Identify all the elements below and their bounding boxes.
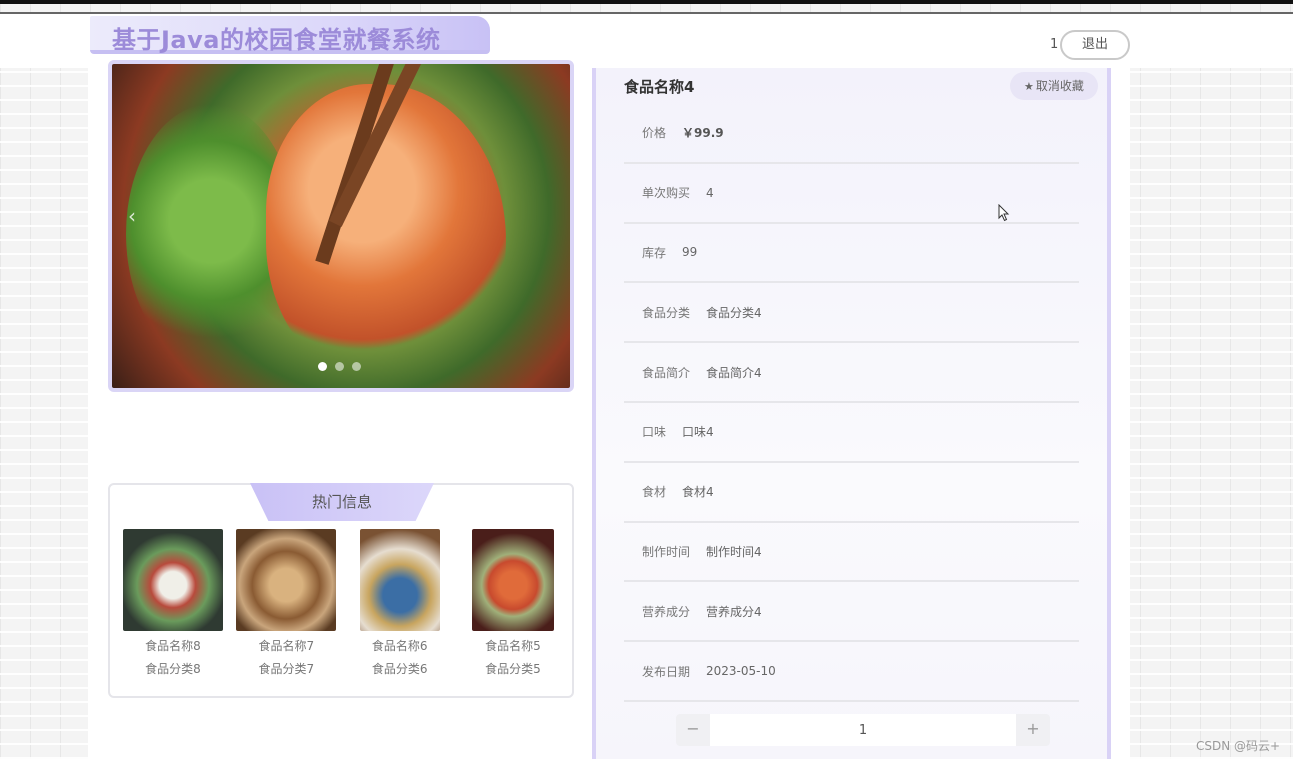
row-value: 4 <box>706 185 714 200</box>
hot-item-category: 食品分类7 <box>258 662 315 676</box>
row-value: 食品简介4 <box>706 365 762 380</box>
detail-row-intro: 食品简介 食品简介4 <box>624 343 1079 403</box>
food-carousel[interactable]: ‹ <box>108 60 574 392</box>
carousel-dot[interactable] <box>335 362 344 371</box>
carousel-dot[interactable] <box>318 362 327 371</box>
hot-item-name: 食品名称8 <box>145 639 201 653</box>
unfavorite-label: 取消收藏 <box>1035 79 1084 93</box>
detail-row-ingredients: 食材 食材4 <box>624 463 1079 523</box>
food-detail-panel: 食品名称4 ★ 取消收藏 价格 ￥99.9 单次购买 4 库存 99 食品分类 食… <box>592 68 1111 759</box>
detail-row-price: 价格 ￥99.9 <box>624 104 1079 164</box>
hot-item-name: 食品名称6 <box>371 639 428 653</box>
logout-button[interactable]: 退出 <box>1060 30 1130 60</box>
quantity-input[interactable] <box>710 714 1016 746</box>
carousel-indicators <box>318 362 361 371</box>
star-icon: ★ <box>1024 80 1034 93</box>
increment-button[interactable]: + <box>1016 714 1050 746</box>
hot-item[interactable]: 食品名称5 食品分类5 <box>458 529 568 677</box>
row-label: 单次购买 <box>642 186 691 201</box>
row-label: 库存 <box>642 245 667 260</box>
row-label: 食材 <box>642 485 667 500</box>
hot-item-category: 食品分类6 <box>371 662 428 676</box>
carousel-prev-icon[interactable]: ‹ <box>128 204 136 228</box>
hot-item-category: 食品分类8 <box>145 662 201 676</box>
row-value: 制作时间4 <box>706 544 762 559</box>
row-label: 制作时间 <box>642 544 691 559</box>
mouse-cursor-icon <box>998 204 1010 222</box>
carousel-dot[interactable] <box>352 362 361 371</box>
row-value: 食品分类4 <box>706 305 762 320</box>
quantity-stepper: − + <box>676 714 1050 746</box>
row-value: 口味4 <box>682 425 714 440</box>
row-value: 99 <box>682 245 698 260</box>
row-label: 口味 <box>642 425 667 440</box>
row-label: 发布日期 <box>642 664 691 679</box>
detail-row-nutrition: 营养成分 营养成分4 <box>624 582 1079 643</box>
hot-item-name: 食品名称7 <box>258 639 315 653</box>
detail-row-stock: 库存 99 <box>624 224 1079 284</box>
food-image <box>116 64 566 384</box>
hot-item[interactable]: 食品名称6 食品分类6 <box>345 529 455 677</box>
detail-rows: 价格 ￥99.9 单次购买 4 库存 99 食品分类 食品分类4 食品简介 食品… <box>624 104 1079 702</box>
detail-row-cook-time: 制作时间 制作时间4 <box>624 523 1079 583</box>
detail-row-publish-date: 发布日期 2023-05-10 <box>624 642 1079 702</box>
decrement-button[interactable]: − <box>676 714 710 746</box>
hot-info-panel: 热门信息 食品名称8 食品分类8 食品名称7 食品分类7 食品名称6 食品分类6… <box>108 483 574 698</box>
hot-item[interactable]: 食品名称8 食品分类8 <box>118 529 228 677</box>
detail-row-category: 食品分类 食品分类4 <box>624 283 1079 344</box>
watermark-text: CSDN @码云+ <box>1196 739 1281 753</box>
detail-row-limit: 单次购买 4 <box>624 164 1079 224</box>
row-label: 营养成分 <box>642 604 691 619</box>
hot-item[interactable]: 食品名称7 食品分类7 <box>231 529 341 677</box>
site-logo[interactable]: 基于Java的校园食堂就餐系统 <box>90 16 490 54</box>
username-label: 1 <box>1050 37 1059 52</box>
hot-item-image[interactable] <box>359 529 440 631</box>
row-value: 2023-05-10 <box>706 664 776 679</box>
hot-info-list: 食品名称8 食品分类8 食品名称7 食品分类7 食品名称6 食品分类6 食品名称… <box>118 529 568 677</box>
hot-item-name: 食品名称5 <box>485 639 541 653</box>
row-label: 价格 <box>642 126 667 141</box>
unfavorite-button[interactable]: ★ 取消收藏 <box>1010 72 1098 100</box>
hot-item-category: 食品分类5 <box>485 662 541 676</box>
row-value: 营养成分4 <box>706 604 762 619</box>
hot-info-title: 热门信息 <box>250 483 434 521</box>
row-label: 食品分类 <box>642 305 691 320</box>
row-value: 食材4 <box>682 485 714 500</box>
hot-item-image[interactable] <box>236 529 337 631</box>
row-value: ￥99.9 <box>682 126 724 141</box>
food-title: 食品名称4 <box>624 78 695 96</box>
window-top-border <box>0 0 1293 4</box>
row-label: 食品简介 <box>642 365 691 380</box>
site-title: 基于Java的校园食堂就餐系统 <box>112 26 441 54</box>
detail-row-flavor: 口味 口味4 <box>624 403 1079 463</box>
hot-item-image[interactable] <box>123 529 223 631</box>
hot-item-image[interactable] <box>471 529 554 631</box>
